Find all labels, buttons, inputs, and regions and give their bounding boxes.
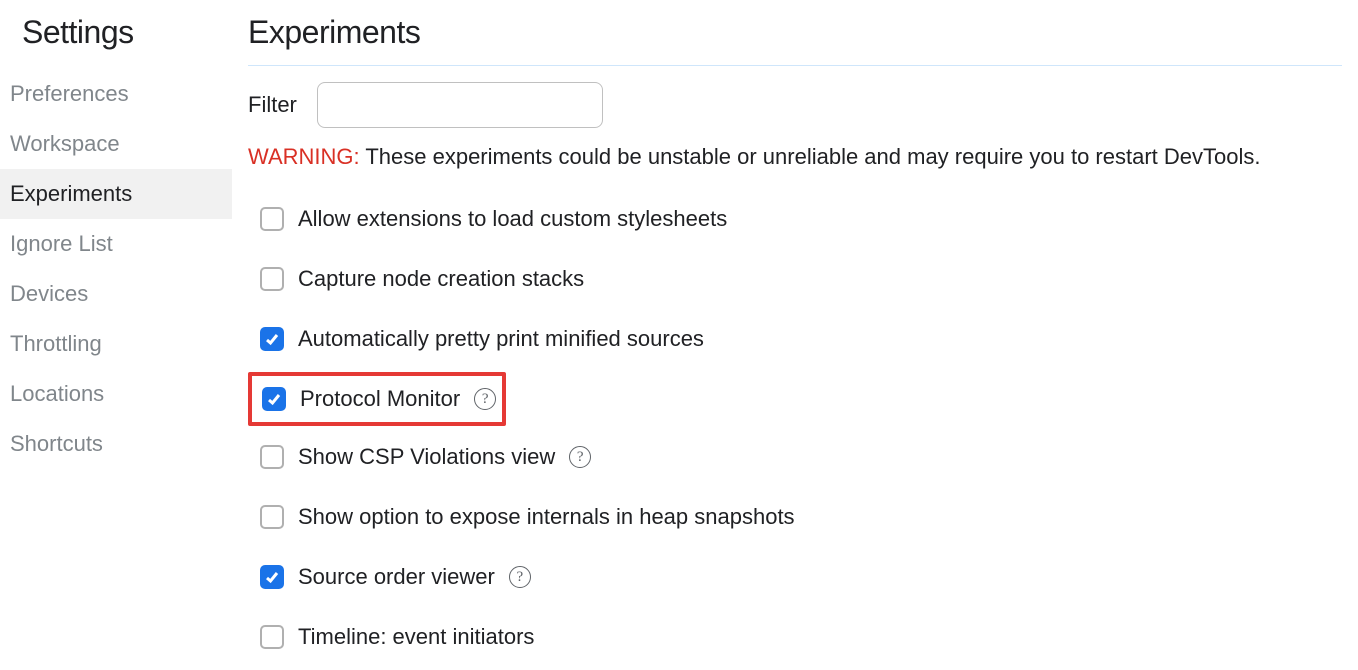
experiment-checkbox[interactable] xyxy=(260,327,284,351)
experiment-checkbox[interactable] xyxy=(262,387,286,411)
experiment-row-heap-internals: Show option to expose internals in heap … xyxy=(248,492,1342,542)
sidebar-item-throttling[interactable]: Throttling xyxy=(0,319,232,369)
sidebar-item-devices[interactable]: Devices xyxy=(0,269,232,319)
page-title: Experiments xyxy=(248,14,1342,66)
settings-sidebar: Settings Preferences Workspace Experimen… xyxy=(0,0,232,670)
experiment-checkbox[interactable] xyxy=(260,625,284,649)
sidebar-item-label: Ignore List xyxy=(10,231,113,256)
sidebar-item-label: Workspace xyxy=(10,131,120,156)
experiment-label: Show option to expose internals in heap … xyxy=(298,504,795,530)
experiment-checkbox[interactable] xyxy=(260,445,284,469)
experiment-checkbox[interactable] xyxy=(260,505,284,529)
main-content: Experiments Filter WARNING: These experi… xyxy=(232,0,1358,670)
experiment-row-pretty-print: Automatically pretty print minified sour… xyxy=(248,314,1342,364)
experiment-label: Protocol Monitor xyxy=(300,386,460,412)
help-icon[interactable]: ? xyxy=(474,388,496,410)
filter-row: Filter xyxy=(248,82,1342,128)
help-icon[interactable]: ? xyxy=(509,566,531,588)
experiment-row-source-order: Source order viewer ? xyxy=(248,552,1342,602)
warning-message: WARNING: These experiments could be unst… xyxy=(248,144,1342,170)
sidebar-item-experiments[interactable]: Experiments xyxy=(0,169,232,219)
sidebar-item-locations[interactable]: Locations xyxy=(0,369,232,419)
experiment-row-allow-extensions: Allow extensions to load custom styleshe… xyxy=(248,194,1342,244)
help-icon[interactable]: ? xyxy=(569,446,591,468)
warning-prefix: WARNING: xyxy=(248,144,360,169)
sidebar-item-label: Devices xyxy=(10,281,88,306)
sidebar-item-label: Throttling xyxy=(10,331,102,356)
experiment-row-capture-node: Capture node creation stacks xyxy=(248,254,1342,304)
experiment-checkbox[interactable] xyxy=(260,565,284,589)
experiment-label: Source order viewer xyxy=(298,564,495,590)
sidebar-item-label: Experiments xyxy=(10,181,132,206)
sidebar-item-ignore-list[interactable]: Ignore List xyxy=(0,219,232,269)
sidebar-item-shortcuts[interactable]: Shortcuts xyxy=(0,419,232,469)
experiment-label: Timeline: event initiators xyxy=(298,624,534,650)
sidebar-item-label: Preferences xyxy=(10,81,129,106)
experiment-checkbox[interactable] xyxy=(260,207,284,231)
filter-input[interactable] xyxy=(317,82,603,128)
experiment-row-csp-violations: Show CSP Violations view ? xyxy=(248,432,1342,482)
experiment-checkbox[interactable] xyxy=(260,267,284,291)
experiment-label: Show CSP Violations view xyxy=(298,444,555,470)
experiment-label: Automatically pretty print minified sour… xyxy=(298,326,704,352)
sidebar-title: Settings xyxy=(0,14,232,69)
experiment-row-protocol-monitor: Protocol Monitor ? xyxy=(248,372,506,426)
experiment-label: Capture node creation stacks xyxy=(298,266,584,292)
filter-label: Filter xyxy=(248,92,297,118)
sidebar-item-label: Locations xyxy=(10,381,104,406)
sidebar-item-label: Shortcuts xyxy=(10,431,103,456)
warning-text: These experiments could be unstable or u… xyxy=(360,144,1261,169)
experiment-label: Allow extensions to load custom styleshe… xyxy=(298,206,727,232)
sidebar-item-preferences[interactable]: Preferences xyxy=(0,69,232,119)
experiment-row-timeline-initiators: Timeline: event initiators xyxy=(248,612,1342,662)
sidebar-item-workspace[interactable]: Workspace xyxy=(0,119,232,169)
